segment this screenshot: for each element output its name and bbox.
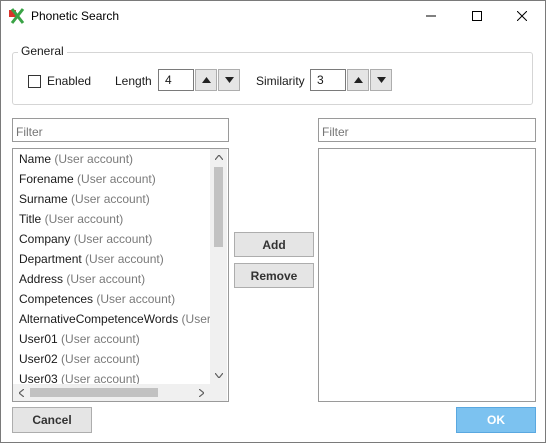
field-source: (User account) <box>85 252 164 266</box>
phonetic-search-dialog: Phonetic Search General Enabled Length 4… <box>0 0 546 443</box>
selected-filter-input[interactable] <box>318 118 536 142</box>
field-source: (User account) <box>54 152 134 166</box>
cancel-button[interactable]: Cancel <box>12 407 92 433</box>
similarity-input[interactable]: 3 <box>310 69 346 91</box>
list-item[interactable]: Forename (User account) <box>19 172 156 192</box>
scroll-up-arrow-icon[interactable] <box>210 149 227 166</box>
field-source: (User account) <box>61 332 140 346</box>
list-item[interactable]: Address (User account) <box>19 272 145 292</box>
length-input[interactable]: 4 <box>158 69 194 91</box>
field-name: Surname <box>19 192 68 206</box>
list-item[interactable]: Competences (User account) <box>19 292 175 312</box>
field-name: AlternativeCompetenceWords <box>19 312 179 326</box>
length-spinner: 4 <box>158 69 240 91</box>
field-name: User02 <box>19 352 58 366</box>
available-fields-list[interactable]: Name (User account) Forename (User accoun… <box>12 148 229 402</box>
close-button[interactable] <box>499 1 545 31</box>
field-name: Name <box>19 152 52 166</box>
triangle-down-icon <box>224 77 234 83</box>
field-source: (User account) <box>44 212 124 226</box>
scroll-down-arrow-icon[interactable] <box>210 367 227 384</box>
field-name: Title <box>19 212 42 226</box>
similarity-label: Similarity <box>256 74 305 88</box>
list-item[interactable]: User01 (User account) <box>19 332 140 352</box>
field-source: (User account) <box>66 272 146 286</box>
minimize-button[interactable] <box>408 1 454 31</box>
triangle-down-icon <box>376 77 386 83</box>
available-filter-input[interactable] <box>12 118 229 142</box>
general-group-legend: General <box>18 44 67 58</box>
field-source: (User account) <box>77 172 156 186</box>
scroll-right-arrow-icon[interactable] <box>193 384 210 401</box>
enabled-checkbox[interactable] <box>28 74 41 88</box>
scroll-left-arrow-icon[interactable] <box>13 384 30 401</box>
field-source: (User <box>181 312 211 326</box>
list-item[interactable]: Department (User account) <box>19 252 164 272</box>
horizontal-scrollbar[interactable] <box>13 384 210 401</box>
field-source: (User account) <box>96 292 176 306</box>
maximize-button[interactable] <box>454 1 500 31</box>
field-source: (User account) <box>61 352 140 366</box>
list-item[interactable]: User02 (User account) <box>19 352 140 372</box>
field-name: Company <box>19 232 71 246</box>
list-item[interactable]: AlternativeCompetenceWords (User <box>19 312 211 332</box>
window-title: Phonetic Search <box>31 9 120 23</box>
add-button[interactable]: Add <box>234 232 314 257</box>
triangle-up-icon <box>353 77 363 83</box>
scrollbar-corner <box>210 384 227 401</box>
vertical-scrollbar[interactable] <box>210 149 227 384</box>
selected-fields-list[interactable] <box>318 148 536 402</box>
horizontal-scroll-thumb[interactable] <box>30 388 158 397</box>
length-label: Length <box>115 74 152 88</box>
similarity-spinner: 3 <box>310 69 392 91</box>
similarity-up-button[interactable] <box>347 69 369 91</box>
vertical-scroll-thumb[interactable] <box>214 167 223 247</box>
enabled-label: Enabled <box>47 74 92 88</box>
app-logo-icon <box>9 8 25 24</box>
list-item[interactable]: Name (User account) <box>19 152 133 172</box>
ok-button[interactable]: OK <box>456 407 536 433</box>
title-bar[interactable]: Phonetic Search <box>1 1 545 32</box>
field-source: (User account) <box>73 232 153 246</box>
field-name: Competences <box>19 292 94 306</box>
list-item[interactable]: Title (User account) <box>19 212 123 232</box>
similarity-down-button[interactable] <box>370 69 392 91</box>
field-source: (User account) <box>71 192 150 206</box>
enabled-checkbox-row[interactable]: Enabled <box>28 74 91 88</box>
length-down-button[interactable] <box>218 69 240 91</box>
list-item[interactable]: Surname (User account) <box>19 192 150 212</box>
list-item[interactable]: Company (User account) <box>19 232 152 252</box>
triangle-up-icon <box>201 77 211 83</box>
field-name: Department <box>19 252 82 266</box>
remove-button[interactable]: Remove <box>234 263 314 288</box>
field-name: User01 <box>19 332 58 346</box>
field-name: Forename <box>19 172 74 186</box>
length-up-button[interactable] <box>195 69 217 91</box>
field-name: Address <box>19 272 64 286</box>
